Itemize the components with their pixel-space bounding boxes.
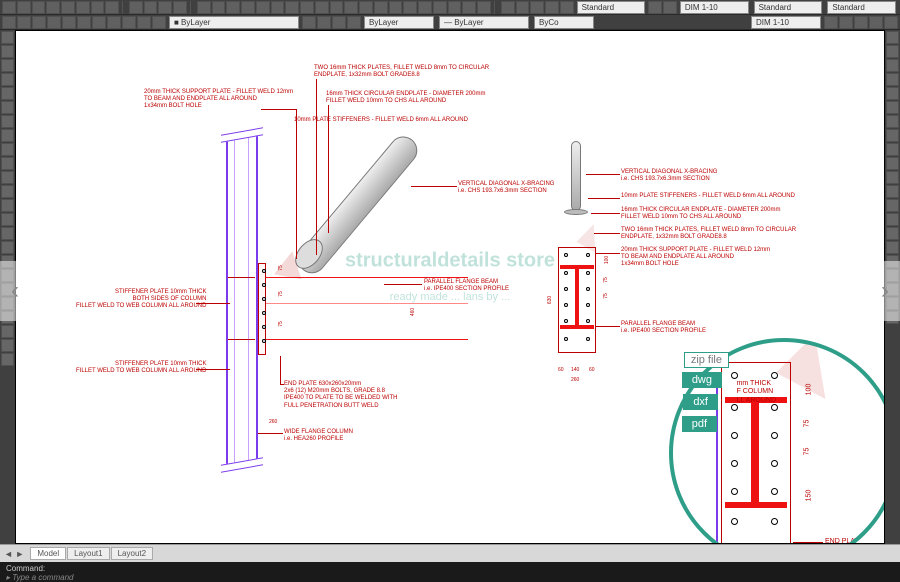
- note-stiffeners: 10mm PLATE STIFFENERS - FILLET WELD 6mm …: [294, 117, 468, 124]
- note-r-endplate: 16mm THICK CIRCULAR ENDPLATE - DIAMETER …: [621, 207, 780, 221]
- tab-layout2[interactable]: Layout2: [111, 547, 153, 560]
- drawing-canvas[interactable]: structuraldetails store ready made ... l…: [15, 30, 885, 544]
- pdf-badge: pdf: [682, 416, 717, 432]
- note-endplate: END PLATE 630x260x20mm 2x6 (12) M20mm BO…: [284, 381, 397, 410]
- tab-layout1[interactable]: Layout1: [67, 547, 109, 560]
- note-r-thickplates: TWO 16mm THICK PLATES, FILLET WELD 8mm T…: [621, 227, 796, 241]
- dimstyle-dropdown[interactable]: DIM 1-10: [680, 1, 749, 14]
- note-circular-endplate: 16mm THICK CIRCULAR ENDPLATE - DIAMETER …: [326, 91, 485, 105]
- note-support-plate: 20mm THICK SUPPORT PLATE - FILLET WELD 1…: [144, 89, 293, 111]
- dim-260: 260: [269, 419, 277, 425]
- zoom-preview: 100 75 75 150 END PLATE 630x260x 2x6 (12…: [669, 338, 885, 544]
- lineweight-dropdown[interactable]: ByCo: [534, 16, 594, 29]
- textstyle-dropdown[interactable]: Standard: [577, 1, 646, 14]
- prev-arrow[interactable]: ‹: [0, 261, 30, 321]
- brace-right: [571, 141, 581, 211]
- dxf-badge: dxf: [683, 394, 718, 410]
- zip-label: zip file: [684, 352, 729, 368]
- command-bar: Command: ▸ Type a command: [0, 562, 900, 582]
- note-stiffener-both: STIFFENER PLATE 10mm THICK BOTH SIDES OF…: [76, 289, 206, 311]
- linetype-dropdown[interactable]: — ByLayer: [439, 16, 529, 29]
- next-arrow[interactable]: ›: [870, 261, 900, 321]
- note-beam: PARALLEL FLANGE BEAM i.e. IPE400 SECTION…: [424, 279, 509, 293]
- command-input[interactable]: Type a command: [12, 573, 73, 582]
- toolbar-row-2: ■ ByLayer ByLayer — ByLayer ByCo DIM 1-1…: [0, 15, 900, 30]
- tool-icon[interactable]: [2, 1, 16, 14]
- layer-dropdown[interactable]: ■ ByLayer: [169, 16, 299, 29]
- toolbar-row-1: Standard DIM 1-10 Standard Standard: [0, 0, 900, 15]
- stiffener: [228, 277, 255, 278]
- note-xbracing: VERTICAL DIAGONAL X-BRACING i.e. CHS 193…: [458, 181, 554, 195]
- note-r-beam: PARALLEL FLANGE BEAM i.e. IPE400 SECTION…: [621, 321, 706, 335]
- layout-tabs: ◄ ► Model Layout1 Layout2: [0, 544, 900, 562]
- color-dropdown[interactable]: ByLayer: [364, 16, 434, 29]
- note-column: WIDE FLANGE COLUMN i.e. HEA260 PROFILE: [284, 429, 353, 443]
- column-flange: [226, 136, 228, 466]
- note-r-support: 20mm THICK SUPPORT PLATE - FILLET WELD 1…: [621, 247, 770, 269]
- watermark: structuraldetails store: [345, 250, 555, 273]
- note-r-xbracing: VERTICAL DIAGONAL X-BRACING i.e. CHS 193…: [621, 169, 717, 183]
- dwg-badge: dwg: [682, 372, 722, 388]
- note-thick-plates: TWO 16mm THICK PLATES, FILLET WELD 8mm T…: [314, 65, 489, 79]
- bolt: [262, 269, 266, 273]
- note-r-stiffeners: 10mm PLATE STIFFENERS - FILLET WELD 6mm …: [621, 193, 795, 200]
- tab-model[interactable]: Model: [30, 547, 66, 560]
- note-stiffener-single: STIFFENER PLATE 10mm THICK FILLET WELD T…: [76, 361, 206, 375]
- command-label: Command:: [6, 564, 894, 573]
